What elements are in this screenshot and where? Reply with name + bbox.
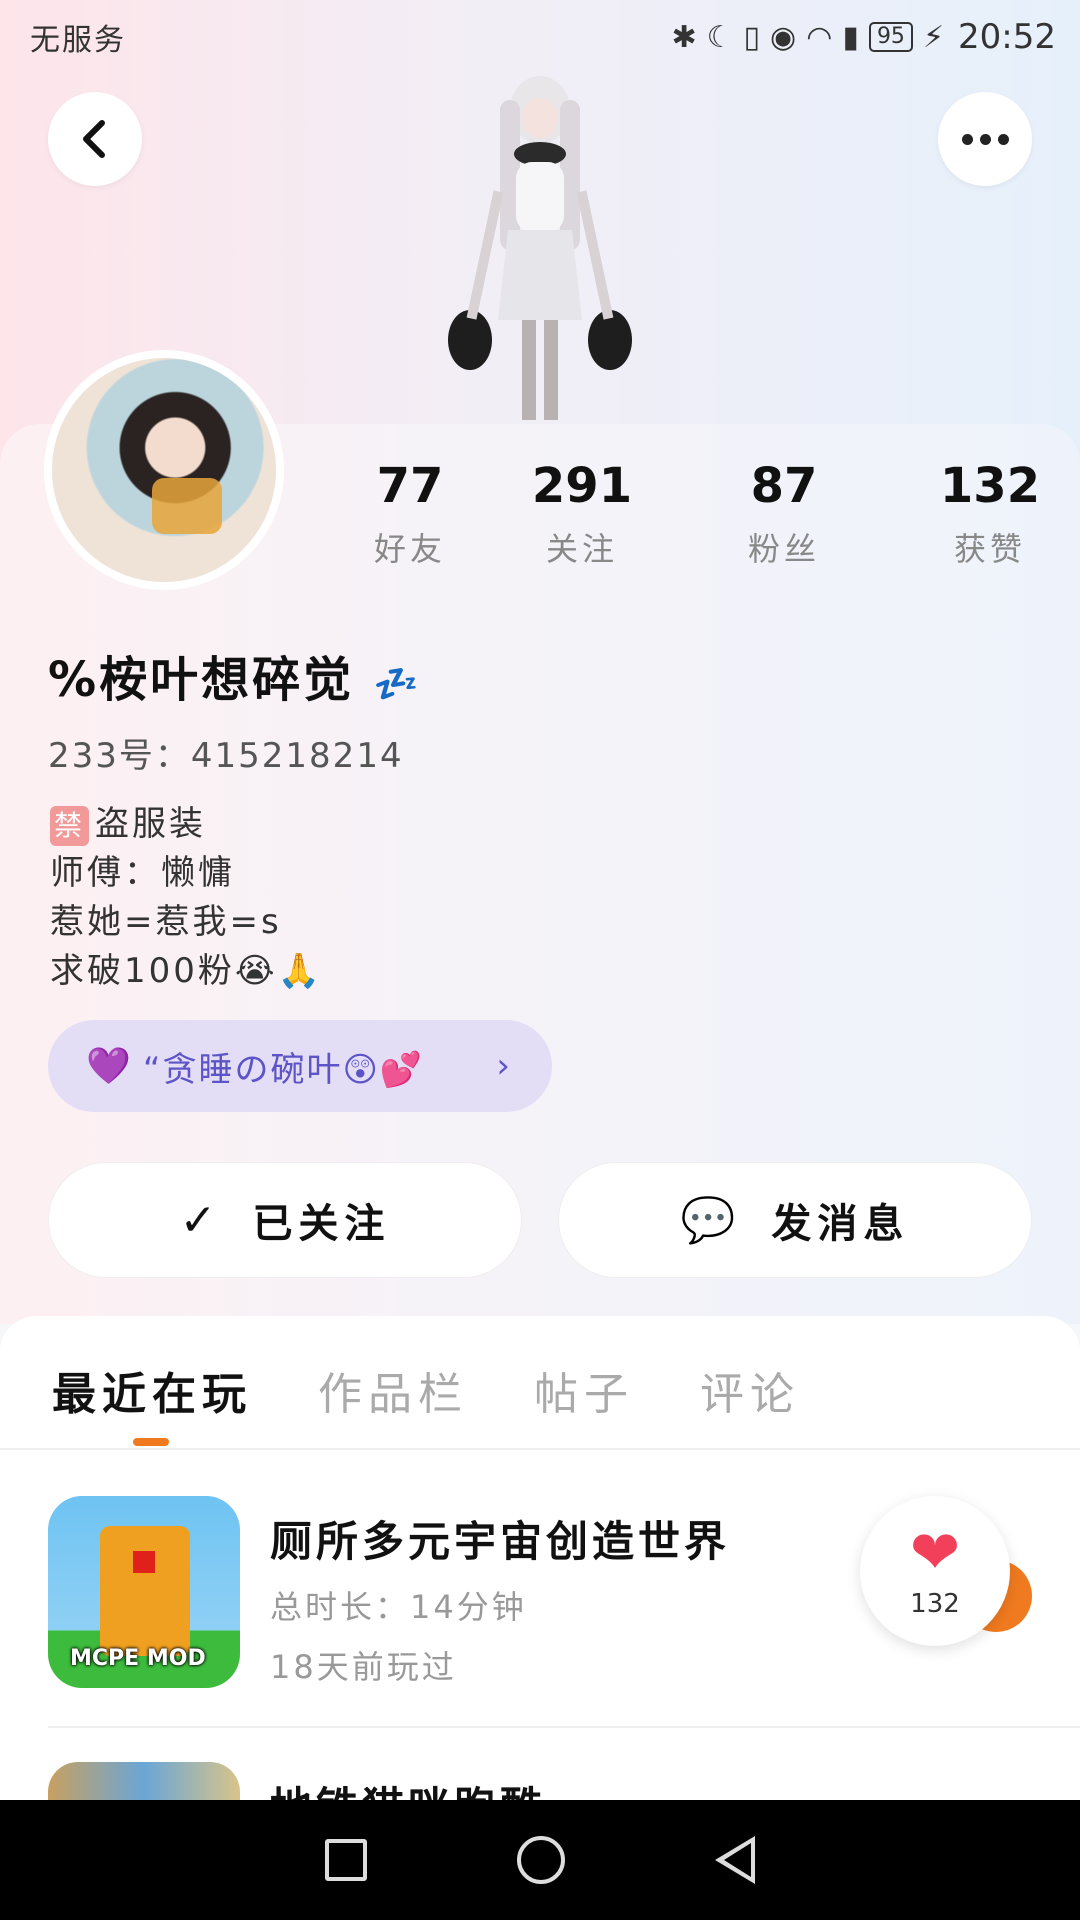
vibrate-icon: ▯ [743, 19, 761, 55]
character-avatar-illustration [448, 76, 632, 420]
stat-value: 87 [750, 458, 818, 514]
stat-label: 获赞 [953, 530, 1026, 568]
bio-line: 盗服装 [95, 804, 207, 844]
game-list-item[interactable]: 地铁猫咪跑酷 [48, 1762, 1032, 1802]
stat-label: 关注 [545, 530, 618, 568]
followed-label: 已关注 [252, 1201, 391, 1247]
user-name: %桉叶想碎觉 💤 [48, 640, 422, 710]
stat-likes[interactable]: 132 获赞 [930, 458, 1050, 570]
back-button[interactable] [48, 92, 142, 186]
stat-value: 291 [531, 458, 633, 514]
game-title: 厕所多元宇宙创造世界 [270, 1517, 731, 1566]
game-title: 地铁猫咪跑酷 [270, 1774, 546, 1802]
thumbnail-label: MCPE MOD [70, 1646, 206, 1671]
eye-icon: ◉ [770, 19, 797, 55]
stat-fans[interactable]: 87 粉丝 [724, 458, 844, 570]
bio-line: 惹她=惹我=s [50, 902, 282, 942]
sim-alert-icon: ▮ [842, 19, 859, 55]
like-count: 132 [910, 1589, 960, 1619]
last-played: 18天前玩过 [270, 1648, 457, 1686]
game-thumbnail [48, 1762, 240, 1802]
user-bio: 禁盗服装 师傅：懒慵 惹她=惹我=s 求破100粉😭🙏 [50, 800, 323, 996]
divider [0, 1448, 1080, 1450]
user-avatar[interactable] [44, 350, 284, 590]
stat-following[interactable]: 291 关注 [522, 458, 642, 570]
tab-posts[interactable]: 帖子 [534, 1358, 634, 1422]
check-icon: ✓ [179, 1194, 223, 1246]
send-message-button[interactable]: 💬 发消息 [558, 1162, 1032, 1278]
user-name-text: %桉叶想碎觉 [48, 652, 355, 708]
status-icons: ✱ ☾ ▯ ◉ ◠ ▮ 95 ⚡ 20:52 [671, 17, 1056, 57]
stat-label: 粉丝 [747, 530, 820, 568]
carrier-text: 无服务 [30, 23, 126, 58]
relationship-tag[interactable]: 💜 “贪睡の碗叶😲💕 › [48, 1020, 552, 1112]
status-bar: 无服务 ✱ ☾ ▯ ◉ ◠ ▮ 95 ⚡ 20:52 [0, 0, 1080, 74]
tab-comments[interactable]: 评论 [700, 1358, 800, 1422]
more-dots-icon [961, 133, 1009, 145]
ban-badge: 禁 [50, 806, 90, 846]
user-id: 233号：415218214 [48, 736, 404, 776]
purple-heart-icon: 💜 [86, 1046, 133, 1087]
profile-screen: 无服务 ✱ ☾ ▯ ◉ ◠ ▮ 95 ⚡ 20:52 77 好友 291 关注 … [0, 0, 1080, 1920]
home-button[interactable] [517, 1836, 565, 1884]
sleep-emoji: 💤 [373, 664, 422, 705]
stat-label: 好友 [373, 530, 446, 568]
wifi-icon: ◠ [806, 19, 833, 55]
game-thumbnail: MCPE MOD [48, 1496, 240, 1688]
bluetooth-icon: ✱ [671, 19, 697, 55]
tab-bar: 最近在玩 作品栏 帖子 评论 [52, 1358, 866, 1422]
more-options-button[interactable] [938, 92, 1032, 186]
chat-bubble-icon: 💬 [680, 1195, 742, 1246]
system-nav-bar [0, 1800, 1080, 1920]
clock: 20:52 [958, 17, 1056, 57]
bio-line: 求破100粉😭🙏 [50, 951, 323, 991]
like-button[interactable]: ❤ 132 [860, 1496, 1010, 1646]
chevron-right-icon: › [496, 1046, 512, 1086]
charging-icon: ⚡ [922, 19, 945, 55]
moon-icon: ☾ [706, 19, 734, 55]
divider [48, 1726, 1080, 1728]
avatar-photo [52, 358, 276, 582]
play-duration: 总时长：14分钟 [270, 1588, 527, 1626]
send-message-label: 发消息 [771, 1201, 910, 1247]
recent-apps-button[interactable] [325, 1839, 367, 1881]
heart-icon: ❤ [909, 1518, 961, 1588]
tab-recently-played[interactable]: 最近在玩 [52, 1358, 252, 1422]
back-nav-button[interactable] [715, 1836, 755, 1884]
tag-text: “贪睡の碗叶😲💕 [142, 1049, 425, 1090]
stat-value: 132 [939, 458, 1041, 514]
stat-value: 77 [376, 458, 444, 514]
stat-friends[interactable]: 77 好友 [350, 458, 470, 570]
battery-indicator: 95 [868, 22, 913, 52]
active-tab-indicator [133, 1438, 169, 1446]
bio-line: 师傅：懒慵 [50, 853, 235, 893]
followed-button[interactable]: ✓ 已关注 [48, 1162, 522, 1278]
tab-works[interactable]: 作品栏 [318, 1358, 468, 1422]
chevron-left-icon [83, 120, 105, 158]
